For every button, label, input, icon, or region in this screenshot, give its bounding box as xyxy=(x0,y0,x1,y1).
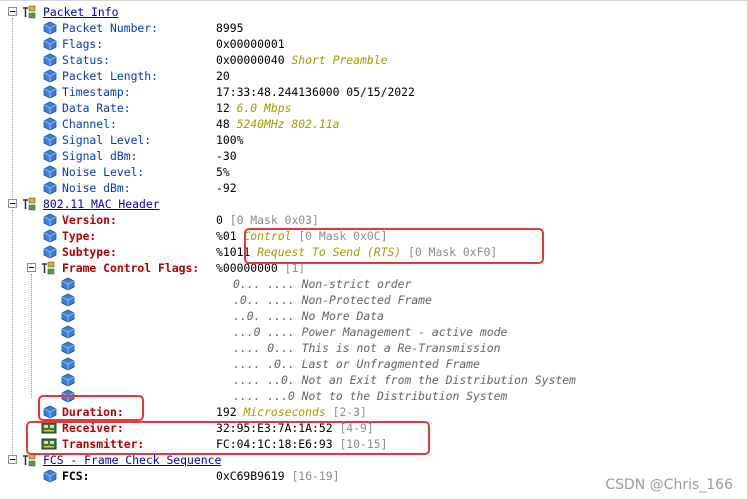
bit-description: 0... .... Non-strict order xyxy=(233,277,412,291)
collapse-toggle[interactable] xyxy=(8,455,17,464)
field-label: Data Rate: xyxy=(62,101,131,115)
field-cube-icon xyxy=(43,101,57,115)
packet-info-field[interactable]: Data Rate: 12 6.0 Mbps xyxy=(0,100,747,116)
field-value: -92 xyxy=(216,181,237,195)
field-label: Noise Level: xyxy=(62,165,145,179)
bit-description: .... ..0. Not an Exit from the Distribut… xyxy=(233,373,576,387)
field-cube-icon xyxy=(43,229,57,243)
packet-info-field[interactable]: Status: 0x00000040 Short Preamble xyxy=(0,52,747,68)
bit-description: .0.. .... Non-Protected Frame xyxy=(233,293,432,307)
field-value: 0xC69B9619 [16-19] xyxy=(216,469,340,483)
field-label: Flags: xyxy=(62,37,104,51)
packet-info-field[interactable]: Channel: 48 5240MHz 802.11a xyxy=(0,116,747,132)
field-label: Signal Level: xyxy=(62,133,152,147)
top-border xyxy=(0,0,747,1)
bit-description: .... ...0 Not to the Distribution System xyxy=(233,389,508,403)
packet-info-field[interactable]: Noise Level: 5% xyxy=(0,164,747,180)
subtree-icon xyxy=(41,261,55,275)
field-cube-icon xyxy=(61,373,75,387)
field-label: Subtype: xyxy=(62,245,117,259)
field-cube-icon xyxy=(43,37,57,51)
field-value: 0x00000001 xyxy=(216,37,285,51)
section-tree-icon xyxy=(22,197,36,211)
field-value: -30 xyxy=(216,149,237,163)
packet-info-field[interactable]: Signal dBm: -30 xyxy=(0,148,747,164)
field-cube-icon xyxy=(61,293,75,307)
field-cube-icon xyxy=(43,21,57,35)
field-cube-icon xyxy=(43,133,57,147)
collapse-toggle[interactable] xyxy=(27,263,36,272)
field-cube-icon xyxy=(43,85,57,99)
frame-control-bit[interactable]: .0.. .... Non-Protected Frame xyxy=(0,292,747,308)
packet-info-field[interactable]: Packet Number: 8995 xyxy=(0,20,747,36)
field-cube-icon xyxy=(61,341,75,355)
frame-control-bit[interactable]: 0... .... Non-strict order xyxy=(0,276,747,292)
field-cube-icon xyxy=(43,53,57,67)
highlight-box-duration xyxy=(38,395,144,421)
bit-description: .... .0.. Last or Unfragmented Frame xyxy=(233,357,480,371)
collapse-toggle[interactable] xyxy=(8,7,17,16)
highlight-box-type-subtype xyxy=(244,228,544,264)
field-label: Signal dBm: xyxy=(62,149,138,163)
field-cube-icon xyxy=(43,213,57,227)
field-value: 5% xyxy=(216,165,230,179)
field-label: Version: xyxy=(62,213,117,227)
bit-description: .... 0... This is not a Re-Transmission xyxy=(233,341,501,355)
field-value: 100% xyxy=(216,133,244,147)
packet-info-field[interactable]: Signal Level: 100% xyxy=(0,132,747,148)
field-cube-icon xyxy=(43,69,57,83)
highlight-box-addresses xyxy=(26,421,430,455)
field-version[interactable]: Version: 0 [0 Mask 0x03] xyxy=(0,212,747,228)
field-value: 48 5240MHz 802.11a xyxy=(216,117,340,131)
field-cube-icon xyxy=(43,469,57,483)
field-label: Timestamp: xyxy=(62,85,131,99)
packet-info-field[interactable]: Timestamp: 17:33:48.244136000 05/15/2022 xyxy=(0,84,747,100)
field-cube-icon xyxy=(43,181,57,195)
field-value: 20 xyxy=(216,69,230,83)
packet-info-field[interactable]: Noise dBm: -92 xyxy=(0,180,747,196)
field-cube-icon xyxy=(61,357,75,371)
packet-info-field[interactable]: Flags: 0x00000001 xyxy=(0,36,747,52)
field-label: Frame Control Flags: xyxy=(62,261,200,275)
frame-control-bit[interactable]: ..0. .... No More Data xyxy=(0,308,747,324)
field-label: Packet Length: xyxy=(62,69,159,83)
packet-info-field[interactable]: Packet Length: 20 xyxy=(0,68,747,84)
bit-description: ...0 .... Power Management - active mode xyxy=(233,325,508,339)
section-tree-icon xyxy=(22,5,36,19)
watermark: CSDN @Chris_166 xyxy=(605,477,733,493)
section-packet-info[interactable]: Packet Info xyxy=(0,4,747,20)
section-mac-header[interactable]: 802.11 MAC Header xyxy=(0,196,747,212)
frame-control-bit[interactable]: ...0 .... Power Management - active mode xyxy=(0,324,747,340)
field-cube-icon xyxy=(43,165,57,179)
field-value: 12 6.0 Mbps xyxy=(216,101,292,115)
field-cube-icon xyxy=(61,309,75,323)
field-cube-icon xyxy=(61,277,75,291)
frame-control-bit[interactable]: .... 0... This is not a Re-Transmission xyxy=(0,340,747,356)
field-cube-icon xyxy=(43,149,57,163)
section-tree-icon xyxy=(22,453,36,467)
field-label: Status: xyxy=(62,53,111,67)
bit-description: ..0. .... No More Data xyxy=(233,309,384,323)
section-title[interactable]: 802.11 MAC Header xyxy=(43,196,160,212)
field-label: FCS: xyxy=(62,469,90,483)
section-title[interactable]: Packet Info xyxy=(43,4,118,20)
field-value: 8995 xyxy=(216,21,244,35)
field-cube-icon xyxy=(61,325,75,339)
field-value: 0 [0 Mask 0x03] xyxy=(216,213,319,227)
collapse-toggle[interactable] xyxy=(8,199,17,208)
field-label: Noise dBm: xyxy=(62,181,131,195)
field-value: 192 Microseconds [2-3] xyxy=(216,405,367,419)
field-label: Type: xyxy=(62,229,97,243)
frame-control-bit[interactable]: .... .0.. Last or Unfragmented Frame xyxy=(0,356,747,372)
field-label: Packet Number: xyxy=(62,21,159,35)
field-value: 0x00000040 Short Preamble xyxy=(216,53,388,67)
field-label: Channel: xyxy=(62,117,117,131)
field-cube-icon xyxy=(43,245,57,259)
field-cube-icon xyxy=(43,117,57,131)
field-value: 17:33:48.244136000 05/15/2022 xyxy=(216,85,415,99)
frame-control-bit[interactable]: .... ..0. Not an Exit from the Distribut… xyxy=(0,372,747,388)
